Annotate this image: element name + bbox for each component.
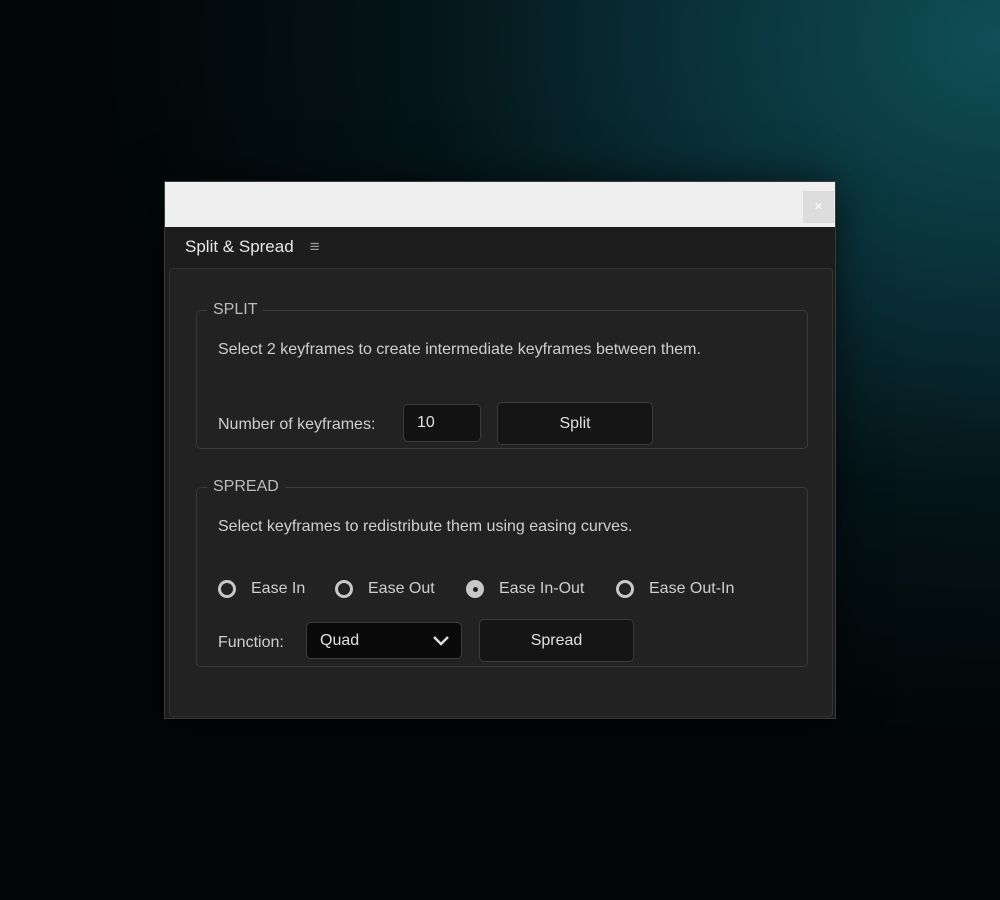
panel-tab: Split & Spread ≡ xyxy=(165,227,835,267)
easing-radio-ease-out[interactable]: Ease Out xyxy=(335,580,435,598)
split-section: SPLIT Select 2 keyframes to create inter… xyxy=(196,301,808,449)
split-description: Select 2 keyframes to create intermediat… xyxy=(218,341,701,358)
radio-circle-icon xyxy=(466,580,484,598)
split-button[interactable]: Split xyxy=(497,402,653,445)
radio-circle-icon xyxy=(335,580,353,598)
panel-title: Split & Spread xyxy=(185,237,294,256)
function-select-value: Quad xyxy=(320,631,360,649)
close-button[interactable]: × xyxy=(803,191,834,223)
split-legend: SPLIT xyxy=(213,301,258,318)
function-label: Function: xyxy=(218,634,284,651)
radio-circle-icon xyxy=(616,580,634,598)
easing-radio-ease-in[interactable]: Ease In xyxy=(218,580,305,598)
chevron-down-icon xyxy=(433,636,449,646)
spread-legend: SPREAD xyxy=(213,478,279,495)
panel-body: SPLIT Select 2 keyframes to create inter… xyxy=(169,268,833,717)
title-bar[interactable]: × xyxy=(165,182,835,227)
radio-label: Ease In-Out xyxy=(499,580,585,597)
hamburger-menu-icon[interactable]: ≡ xyxy=(310,237,320,257)
easing-radio-ease-in-out[interactable]: Ease In-Out xyxy=(466,580,584,598)
spread-section: SPREAD Select keyframes to redistribute … xyxy=(196,478,808,667)
keyframes-count-label: Number of keyframes: xyxy=(218,416,376,433)
radio-label: Ease In xyxy=(251,580,306,597)
easing-radio-ease-out-in[interactable]: Ease Out-In xyxy=(616,580,734,598)
radio-label: Ease Out-In xyxy=(649,580,735,597)
function-select[interactable]: Quad xyxy=(306,622,462,659)
radio-label: Ease Out xyxy=(368,580,435,597)
spread-description: Select keyframes to redistribute them us… xyxy=(218,518,633,535)
spread-button[interactable]: Spread xyxy=(479,619,634,662)
split-spread-window: × Split & Spread ≡ SPLIT Select 2 keyfra… xyxy=(164,181,836,719)
radio-circle-icon xyxy=(218,580,236,598)
keyframes-count-input[interactable]: 10 xyxy=(403,404,481,442)
